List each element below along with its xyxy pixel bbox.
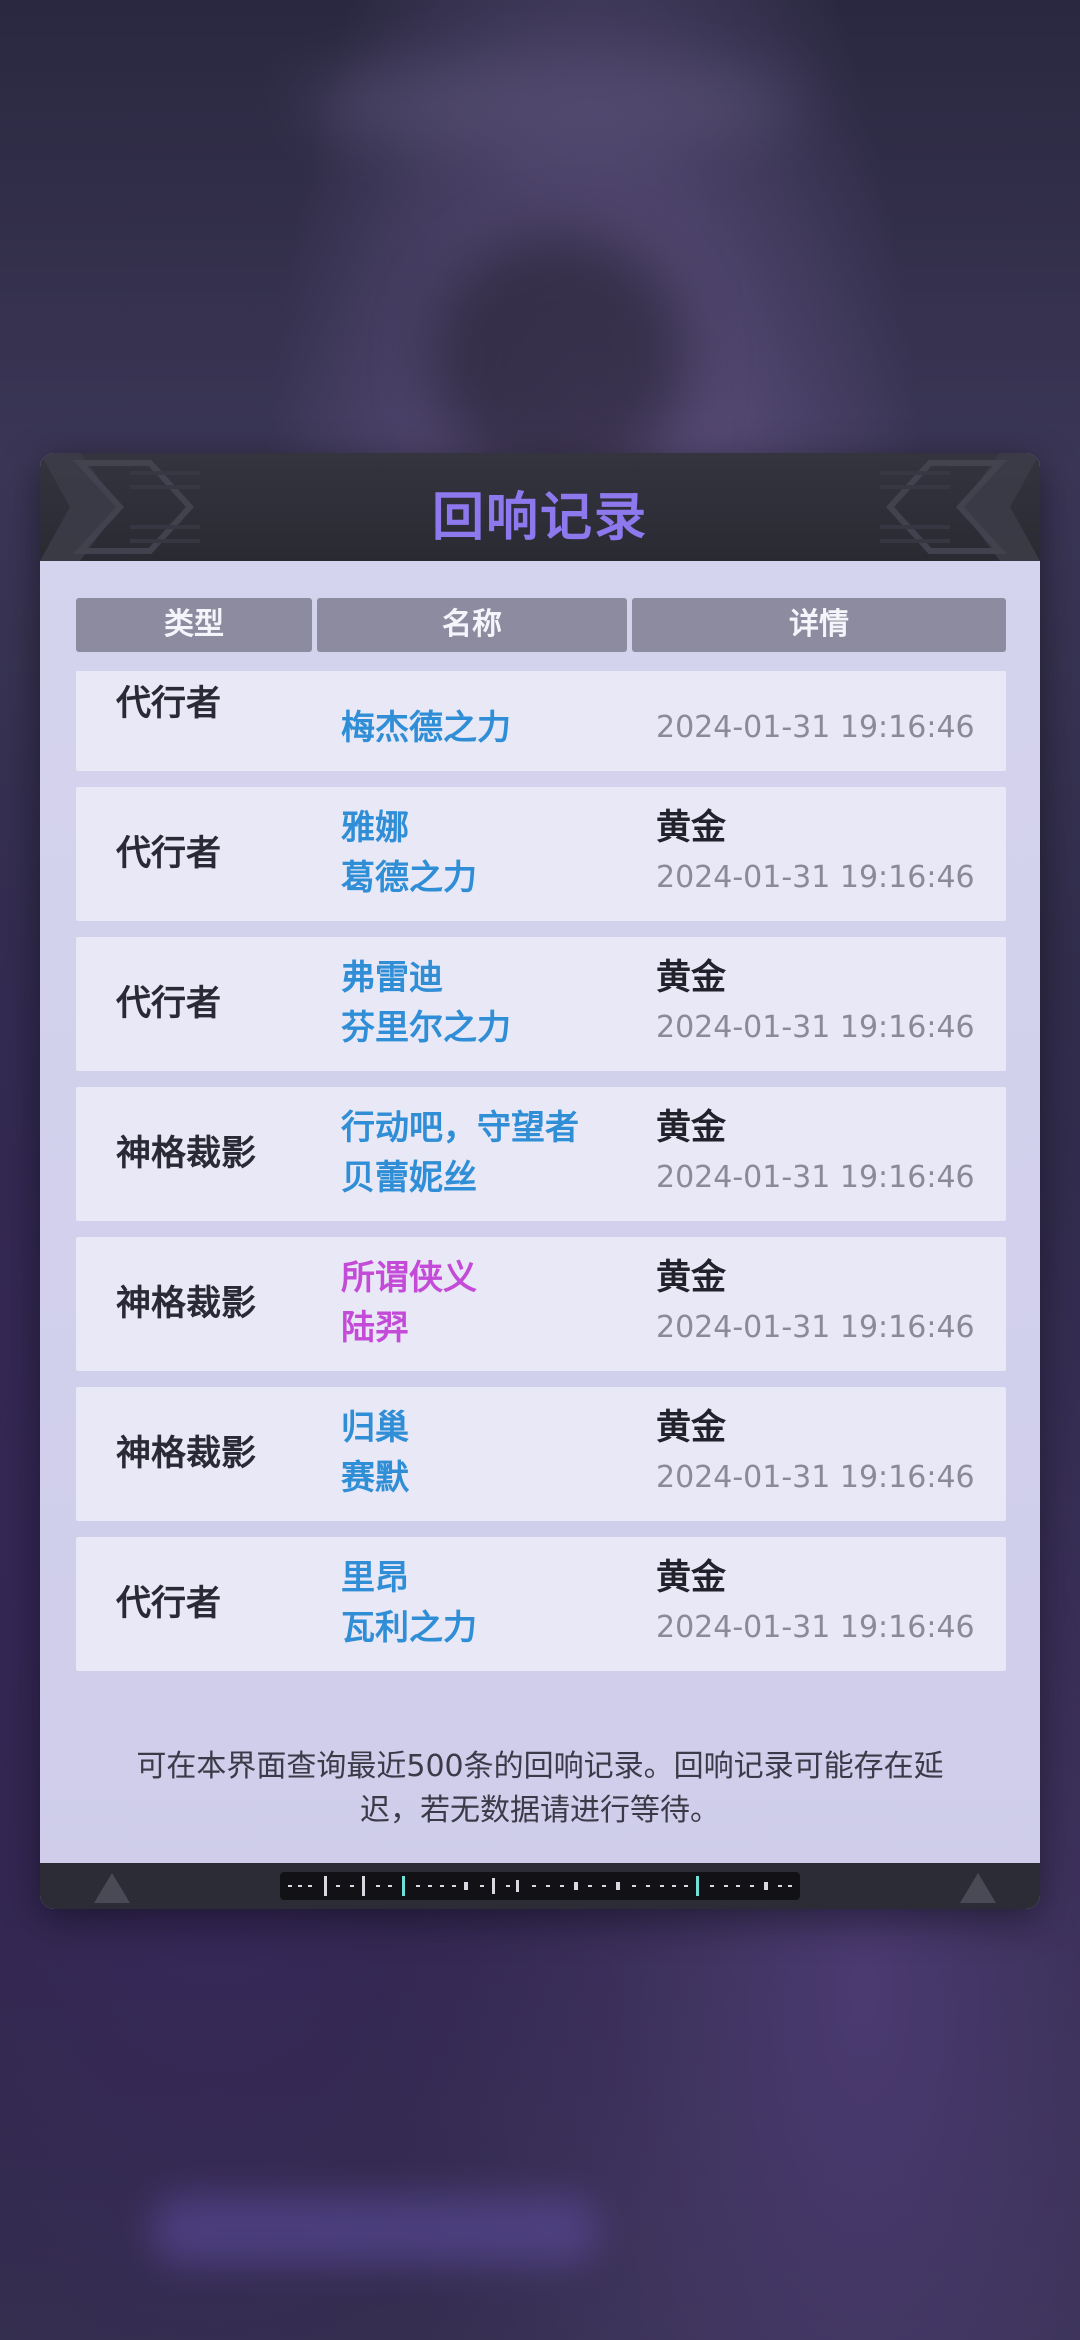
record-name: 归巢 赛默 bbox=[341, 1403, 409, 1503]
record-name-line2: 梅杰德之力 bbox=[341, 708, 511, 748]
record-name: 所谓侠义 陆羿 bbox=[341, 1253, 477, 1353]
record-rarity: 黄金 bbox=[656, 958, 727, 998]
record-time: 2024-01-31 19:16:46 bbox=[656, 1160, 975, 1195]
record-type: 代行者 bbox=[116, 684, 222, 724]
record-detail: 黄金 2024-01-31 19:16:46 bbox=[656, 1253, 975, 1353]
record-name: 行动吧，守望者 贝蕾妮丝 bbox=[341, 1103, 579, 1203]
record-time: 2024-01-31 19:16:46 bbox=[656, 1610, 975, 1645]
record-detail: 黄金 2024-01-31 19:16:46 bbox=[656, 803, 975, 903]
echo-record-dialog: 回响记录 类型 名称 详情 代行者 梅杰德之力 2024-01-31 19:16:4… bbox=[40, 453, 1040, 1909]
record-rarity: 黄金 bbox=[656, 1108, 727, 1148]
column-header-name: 名称 bbox=[317, 598, 627, 652]
record-rarity: 黄金 bbox=[656, 1558, 727, 1598]
record-rarity bbox=[656, 671, 975, 703]
record-time: 2024-01-31 19:16:46 bbox=[656, 1010, 975, 1045]
record-name: 弗雷迪 芬里尔之力 bbox=[341, 953, 511, 1053]
record-name-line1: 归巢 bbox=[341, 1408, 409, 1448]
barcode-decoration bbox=[280, 1872, 800, 1900]
record-name-line1: 所谓侠义 bbox=[341, 1258, 477, 1298]
column-header-detail: 详情 bbox=[632, 598, 1006, 652]
record-detail: 黄金 2024-01-31 19:16:46 bbox=[656, 953, 975, 1053]
table-row: 代行者 里昂瓦利之力 黄金 2024-01-31 19:16:46 bbox=[76, 1537, 1006, 1671]
record-name-line2: 瓦利之力 bbox=[341, 1608, 477, 1648]
record-list-content: 代行者 梅杰德之力 2024-01-31 19:16:46 代行者 雅娜 葛德之力 黄金 20… bbox=[76, 671, 1006, 1671]
table-header: 类型 名称 详情 bbox=[76, 598, 1006, 652]
table-row: 神格裁影 所谓侠义陆羿 黄金 2024-01-31 19:16:46 bbox=[76, 1237, 1006, 1371]
record-time: 2024-01-31 19:16:46 bbox=[656, 1310, 975, 1345]
record-name-line2: 葛德之力 bbox=[341, 858, 477, 898]
dialog-title: 回响记录 bbox=[431, 488, 648, 548]
background-figure bbox=[430, 230, 690, 490]
table-row: 神格裁影 行动吧，守望者 贝蕾妮丝 黄金 2024-01-31 19:16:46 bbox=[76, 1087, 1006, 1221]
record-time: 2024-01-31 19:16:46 bbox=[656, 710, 975, 745]
record-type: 代行者 bbox=[116, 834, 222, 874]
record-detail: 黄金 2024-01-31 19:16:46 bbox=[656, 1403, 975, 1503]
record-name-line2: 芬里尔之力 bbox=[341, 1008, 511, 1048]
record-name-line1: 弗雷迪 bbox=[341, 958, 443, 998]
background-button-blur bbox=[150, 2195, 600, 2265]
table-row: 代行者 弗雷迪芬里尔之力 黄金 2024-01-31 19:16:46 bbox=[76, 937, 1006, 1071]
record-type: 神格裁影 bbox=[116, 1434, 257, 1474]
background-glow bbox=[300, 60, 800, 150]
record-detail: 2024-01-31 19:16:46 bbox=[656, 671, 975, 753]
record-name-line1: 雅娜 bbox=[341, 808, 409, 848]
record-type: 代行者 bbox=[116, 984, 222, 1024]
bottom-strip bbox=[40, 1863, 1040, 1909]
record-rarity: 黄金 bbox=[656, 1258, 727, 1298]
info-note: 可在本界面查询最近500条的回响记录。回响记录可能存在延迟，若无数据请进行等待。 bbox=[136, 1749, 944, 1828]
record-name-line1: 里昂 bbox=[341, 1558, 409, 1598]
record-name-line2: 陆羿 bbox=[341, 1308, 409, 1348]
record-name: 里昂 瓦利之力 bbox=[341, 1553, 477, 1653]
record-type: 代行者 bbox=[116, 1584, 222, 1624]
table-row: 代行者 雅娜葛德之力 黄金 2024-01-31 19:16:46 bbox=[76, 787, 1006, 921]
record-name-line1 bbox=[341, 671, 511, 703]
column-header-type: 类型 bbox=[76, 598, 312, 652]
record-name-line2: 贝蕾妮丝 bbox=[341, 1158, 477, 1198]
record-list[interactable]: 代行者 梅杰德之力 2024-01-31 19:16:46 代行者 雅娜 葛德之力 黄金 20… bbox=[76, 671, 1006, 1671]
record-type: 神格裁影 bbox=[116, 1134, 257, 1174]
record-type: 神格裁影 bbox=[116, 1284, 257, 1324]
warning-icon bbox=[94, 1873, 130, 1903]
record-detail: 黄金 2024-01-31 19:16:46 bbox=[656, 1553, 975, 1653]
record-name: 梅杰德之力 bbox=[341, 671, 511, 753]
record-name-line2: 赛默 bbox=[341, 1458, 409, 1498]
table-row: 代行者梅杰德之力 2024-01-31 19:16:46 bbox=[76, 671, 1006, 771]
table-row: 神格裁影 归巢赛默 黄金 2024-01-31 19:16:46 bbox=[76, 1387, 1006, 1521]
record-rarity: 黄金 bbox=[656, 1408, 727, 1448]
record-detail: 黄金 2024-01-31 19:16:46 bbox=[656, 1103, 975, 1203]
record-name: 雅娜 葛德之力 bbox=[341, 803, 477, 903]
record-rarity: 黄金 bbox=[656, 808, 727, 848]
record-name-line1: 行动吧，守望者 bbox=[341, 1108, 579, 1148]
warning-icon bbox=[960, 1873, 996, 1903]
record-time: 2024-01-31 19:16:46 bbox=[656, 860, 975, 895]
record-time: 2024-01-31 19:16:46 bbox=[656, 1460, 975, 1495]
dialog-header: 回响记录 bbox=[40, 453, 1040, 561]
